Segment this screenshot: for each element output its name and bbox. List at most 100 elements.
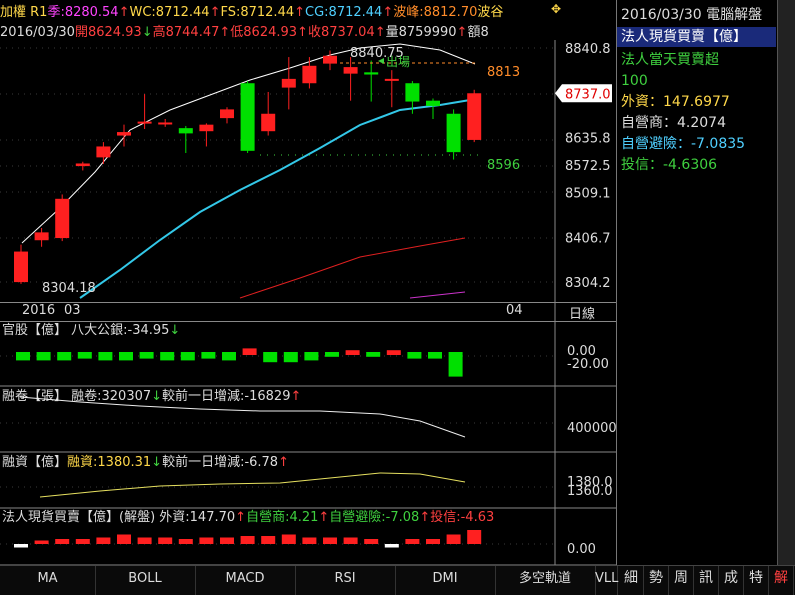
inst-bar-19 (405, 539, 420, 544)
header2-item-5: 低8624.93 (230, 25, 298, 40)
candle-6 (137, 94, 152, 130)
header1-item-0: 加權 R1 (0, 5, 48, 20)
header2-item-4: ↑ (219, 25, 231, 40)
header2-item-1: 開8624.93 (74, 25, 142, 40)
header2-item-2: ↓ (141, 25, 153, 40)
inst-bar-13 (281, 534, 296, 544)
header1-item-1: 季:8280.54 (47, 5, 119, 20)
side-tab-6[interactable]: 解 (769, 566, 794, 595)
side-tab-2[interactable]: 周 (669, 566, 694, 595)
candle-9 (199, 123, 214, 147)
official-bar-14 (304, 352, 319, 361)
header-row-1: 加權 R1季:8280.54↑WC:8712.44↑FS:8712.44↑CG:… (0, 5, 503, 21)
official-bar-16 (345, 350, 360, 355)
official-bar-10 (222, 352, 236, 361)
candle-2 (55, 194, 70, 242)
tab-4[interactable]: DMI (395, 566, 496, 595)
side-tab-0[interactable]: 細 (619, 566, 644, 595)
y-tick-5: 8406.7 (565, 231, 611, 246)
sidebar-line-5: 投信：-4.6306 (621, 157, 718, 173)
sidebar-line-1: 100 (621, 73, 648, 89)
inst-bar-8 (178, 539, 193, 544)
header1-item-7: CG:8712.44 (305, 5, 383, 20)
official-bar-7 (160, 352, 175, 361)
inst-bar-7 (158, 537, 173, 544)
official-bar-1 (36, 352, 51, 361)
official-bar-0 (16, 352, 30, 361)
candle-13 (281, 57, 296, 110)
candle-21 (446, 109, 461, 160)
header1-item-6: ↑ (294, 5, 306, 20)
y-tick-4: 8509.1 (565, 187, 611, 202)
official-bar-3 (77, 352, 92, 359)
y-tick-0: 8840.8 (565, 42, 611, 57)
inst-bar-0 (14, 544, 28, 548)
official-bar-2 (57, 352, 72, 361)
sidebar-line-2: 外資：147.6977 (621, 94, 730, 110)
candle-17 (364, 60, 379, 102)
scrollbar[interactable] (777, 0, 795, 565)
official-bar-15 (325, 352, 339, 357)
tab-2[interactable]: MACD (195, 566, 296, 595)
candle-18 (384, 70, 399, 108)
header2-item-0: 2016/03/30 (0, 25, 75, 40)
tab-6[interactable]: VLL (595, 566, 618, 595)
candle-8 (178, 125, 193, 154)
panel3-tick-0: 0.00 (567, 542, 596, 557)
candle-1 (34, 228, 49, 247)
panel0-tick-1: -20.00 (567, 357, 609, 372)
tab-3[interactable]: RSI (295, 566, 396, 595)
sidebar-line-0: 法人當天買賣超 (621, 52, 719, 68)
x-axis-row: 2016 03 04 日線 (0, 302, 616, 322)
inst-bar-22 (467, 530, 482, 544)
support-label: 8596 (487, 158, 520, 173)
ma-line-4 (409, 291, 466, 299)
side-tab-3[interactable]: 訊 (694, 566, 719, 595)
header2-item-6: ↑ (297, 25, 308, 40)
tab-1[interactable]: BOLL (95, 566, 196, 595)
panel1-tick-0: 400000 (567, 421, 616, 436)
margin-long-line (39, 472, 466, 498)
indicator-panels: 0.00-20.004000001380.01360.00.00 (0, 320, 616, 565)
inst-bar-3 (75, 539, 90, 544)
ma-line-3 (239, 237, 466, 299)
inst-bar-18 (384, 544, 399, 548)
inst-bar-2 (55, 539, 70, 544)
official-bar-13 (283, 352, 298, 363)
candle-10 (220, 107, 234, 124)
sidebar-line-4: 自營避險：-7.0835 (621, 136, 746, 152)
inst-bar-17 (364, 539, 379, 544)
official-bar-17 (366, 352, 381, 357)
candle-4 (96, 142, 111, 164)
tab-0[interactable]: MA (0, 566, 96, 595)
side-tab-4[interactable]: 成 (719, 566, 744, 595)
side-tab-1[interactable]: 勢 (644, 566, 669, 595)
header2-item-11: 額8 (467, 25, 489, 40)
y-tick-6: 8304.2 (565, 276, 611, 291)
candle-3 (75, 161, 90, 171)
inst-bar-1 (34, 540, 49, 544)
header1-item-9: 波峰:8812.70 (393, 5, 478, 20)
price-chart: 8840.758304.1888138596出場 8840.88635.8857… (0, 40, 612, 325)
official-bar-8 (180, 352, 195, 361)
margin-short-line (19, 396, 466, 438)
official-bar-21 (448, 352, 463, 377)
current-price-label: 8737.0 (565, 87, 611, 102)
side-tab-5[interactable]: 特 (744, 566, 769, 595)
y-tick-2: 8635.8 (565, 131, 611, 146)
header2-item-9: 量8759990 (385, 25, 457, 40)
sparkle-icon[interactable]: ✥ (551, 3, 563, 15)
candle-22 (467, 89, 482, 143)
x-label-month2: 04 (506, 303, 523, 318)
sidebar-date-title: 2016/03/30 電腦解盤 (621, 7, 763, 23)
inst-bar-11 (240, 536, 255, 544)
header2-item-8: ↑ (374, 25, 386, 40)
candle-16 (343, 57, 358, 101)
sidebar-selected-item[interactable]: 法人現貨買賣【億】 (617, 27, 776, 47)
header2-item-10: ↑ (456, 25, 468, 40)
official-bar-9 (201, 352, 216, 359)
tab-5[interactable]: 多空軌道 (495, 566, 596, 595)
inst-bar-6 (137, 537, 152, 544)
sidebar-selected-label: 法人現貨買賣【億】 (621, 29, 747, 45)
header1-item-10: 波谷 (477, 5, 504, 20)
